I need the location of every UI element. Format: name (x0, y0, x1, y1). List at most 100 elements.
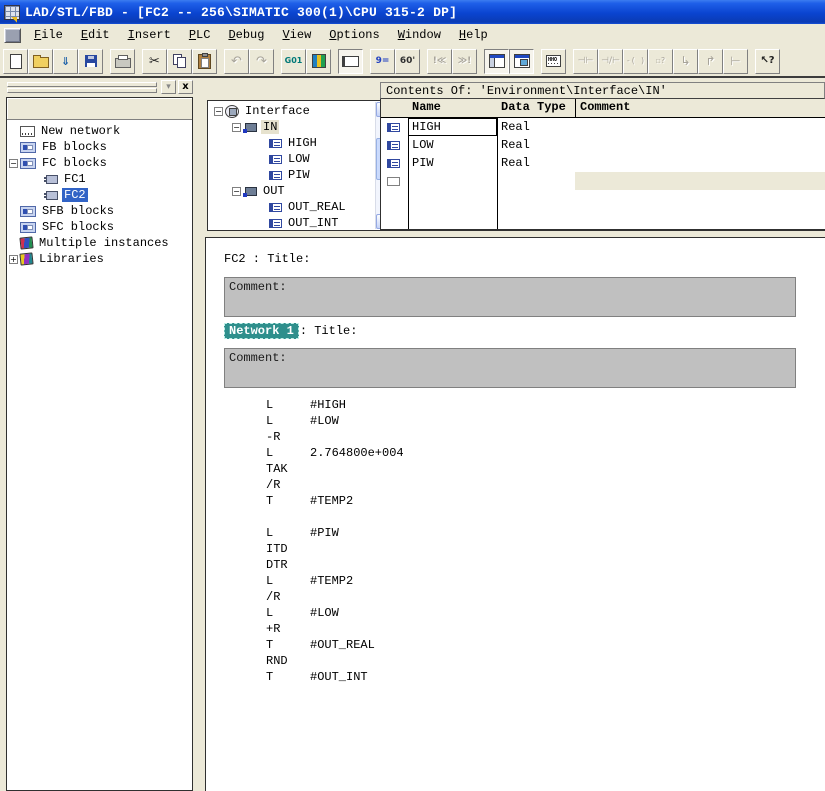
code-line[interactable]: TAK (206, 462, 825, 478)
menu-edit[interactable]: Edit (72, 26, 119, 44)
interface-item-out[interactable]: −OUT (208, 183, 393, 199)
code-editor[interactable]: FC2 : Title: Comment: Network 1 : Title:… (205, 237, 825, 791)
monitor-button[interactable]: 60' (395, 49, 420, 74)
sidebar-item-libraries[interactable]: +Libraries (7, 251, 192, 267)
variable-row-low[interactable]: LOWReal (381, 136, 825, 154)
overview-toggle-button[interactable] (484, 49, 509, 74)
code-line[interactable]: L#PIW (206, 526, 825, 542)
interface-item-in[interactable]: −IN (208, 119, 393, 135)
menu-file[interactable]: File (25, 26, 72, 44)
contact-nc-button: ⊣/⊢ (598, 49, 623, 74)
menu-view[interactable]: View (273, 26, 320, 44)
code-line[interactable]: +R (206, 622, 825, 638)
network-label[interactable]: Network 1 (224, 323, 299, 339)
cell-datatype[interactable]: Real (497, 120, 575, 134)
menu-options[interactable]: Options (320, 26, 388, 44)
cell-datatype[interactable]: Real (497, 138, 575, 152)
sidebar-item-multiple-instances[interactable]: Multiple instances (7, 235, 192, 251)
interface-item-interface[interactable]: −Interface (208, 103, 393, 119)
plus-expander[interactable]: + (9, 255, 18, 264)
sidebar-item-fc1[interactable]: FC1 (7, 171, 192, 187)
interface-item-piw[interactable]: PIW (208, 167, 393, 183)
help-button[interactable]: ↖? (755, 49, 780, 74)
name-column-header[interactable]: Name (408, 99, 497, 117)
cell-name[interactable] (408, 172, 497, 190)
interface-item-out-real[interactable]: OUT_REAL (208, 199, 393, 215)
interface-item-high[interactable]: HIGH (208, 135, 393, 151)
open-button[interactable] (28, 49, 53, 74)
catalog-button[interactable] (306, 49, 331, 74)
code-line[interactable]: L2.764800e+004 (206, 446, 825, 462)
interface-item-low[interactable]: LOW (208, 151, 393, 167)
sidebar-item-fc-blocks[interactable]: −FC blocks (7, 155, 192, 171)
sidebar-item-fc2[interactable]: FC2 (7, 187, 192, 203)
copy-button[interactable] (167, 49, 192, 74)
sidebar-item-sfb-blocks[interactable]: SFB blocks (7, 203, 192, 219)
empty-variable-row[interactable] (381, 172, 825, 190)
code-line[interactable]: RND (206, 654, 825, 670)
stl-code[interactable]: L#HIGHL#LOW-RL2.764800e+004TAK/RT#TEMP2L… (206, 398, 825, 686)
sidebar-item-new-network[interactable]: New network (7, 123, 192, 139)
cell-comment[interactable] (575, 172, 825, 190)
cut-button[interactable]: ✂ (142, 49, 167, 74)
minus-expander[interactable]: − (232, 123, 241, 132)
cell-comment[interactable] (575, 118, 825, 136)
code-line[interactable]: L#LOW (206, 606, 825, 622)
download-button[interactable]: ⇓ (53, 49, 78, 74)
code-line[interactable]: ITD (206, 542, 825, 558)
block-comment-box[interactable]: Comment: (224, 277, 796, 317)
code-line[interactable]: DTR (206, 558, 825, 574)
sidebar-item-sfc-blocks[interactable]: SFC blocks (7, 219, 192, 235)
variable-row-piw[interactable]: PIWReal (381, 154, 825, 172)
dock-close-button[interactable]: x (178, 80, 193, 94)
new-network-button[interactable]: HHO (541, 49, 566, 74)
code-line[interactable]: T#TEMP2 (206, 494, 825, 510)
menu-accel: I (128, 28, 135, 42)
goto-location-button[interactable]: G01 (281, 49, 306, 74)
comment-column-header[interactable]: Comment (575, 99, 825, 117)
print-button[interactable] (110, 49, 135, 74)
menu-help[interactable]: Help (450, 26, 497, 44)
cell-name[interactable]: HIGH (408, 118, 497, 136)
block-title[interactable]: FC2 : Title: (224, 252, 310, 266)
minus-expander[interactable]: − (232, 187, 241, 196)
child-window-icon[interactable] (4, 28, 21, 43)
network-comment-box[interactable]: Comment: (224, 348, 796, 388)
menu-window[interactable]: Window (389, 26, 450, 44)
cell-datatype[interactable]: Real (497, 156, 575, 170)
menu-plc[interactable]: PLC (180, 26, 220, 44)
code-line[interactable]: -R (206, 430, 825, 446)
dock-grip-handle[interactable] (7, 82, 157, 92)
variable-row-high[interactable]: HIGHReal (381, 118, 825, 136)
code-line[interactable] (206, 510, 825, 526)
save-button[interactable] (78, 49, 103, 74)
sidebar-item-fb-blocks[interactable]: FB blocks (7, 139, 192, 155)
code-line[interactable]: L#LOW (206, 414, 825, 430)
block-folder-icon (20, 222, 36, 233)
network-title[interactable]: : Title: (300, 324, 358, 338)
datatype-column-header[interactable]: Data Type (497, 99, 575, 117)
operand: #TEMP2 (310, 494, 353, 508)
interface-item-out-int[interactable]: OUT_INT (208, 215, 393, 231)
code-line[interactable]: L#TEMP2 (206, 574, 825, 590)
cell-comment[interactable] (575, 136, 825, 154)
redo-button: ↷ (249, 49, 274, 74)
minus-expander[interactable]: − (214, 107, 223, 116)
symbol-info-button[interactable]: 9= (370, 49, 395, 74)
code-line[interactable]: L#HIGH (206, 398, 825, 414)
code-line[interactable]: /R (206, 590, 825, 606)
comment-view-button[interactable] (338, 49, 363, 74)
code-line[interactable]: /R (206, 478, 825, 494)
dock-dropdown-button[interactable]: ▾ (161, 80, 176, 94)
code-line[interactable]: T#OUT_INT (206, 670, 825, 686)
minus-expander[interactable]: − (9, 159, 18, 168)
cell-name[interactable]: PIW (408, 154, 497, 172)
menu-insert[interactable]: Insert (119, 26, 180, 44)
cell-comment[interactable] (575, 154, 825, 172)
code-line[interactable]: T#OUT_REAL (206, 638, 825, 654)
cell-name[interactable]: LOW (408, 136, 497, 154)
detail-toggle-button[interactable] (509, 49, 534, 74)
menu-debug[interactable]: Debug (219, 26, 273, 44)
paste-button[interactable] (192, 49, 217, 74)
new-button[interactable] (3, 49, 28, 74)
